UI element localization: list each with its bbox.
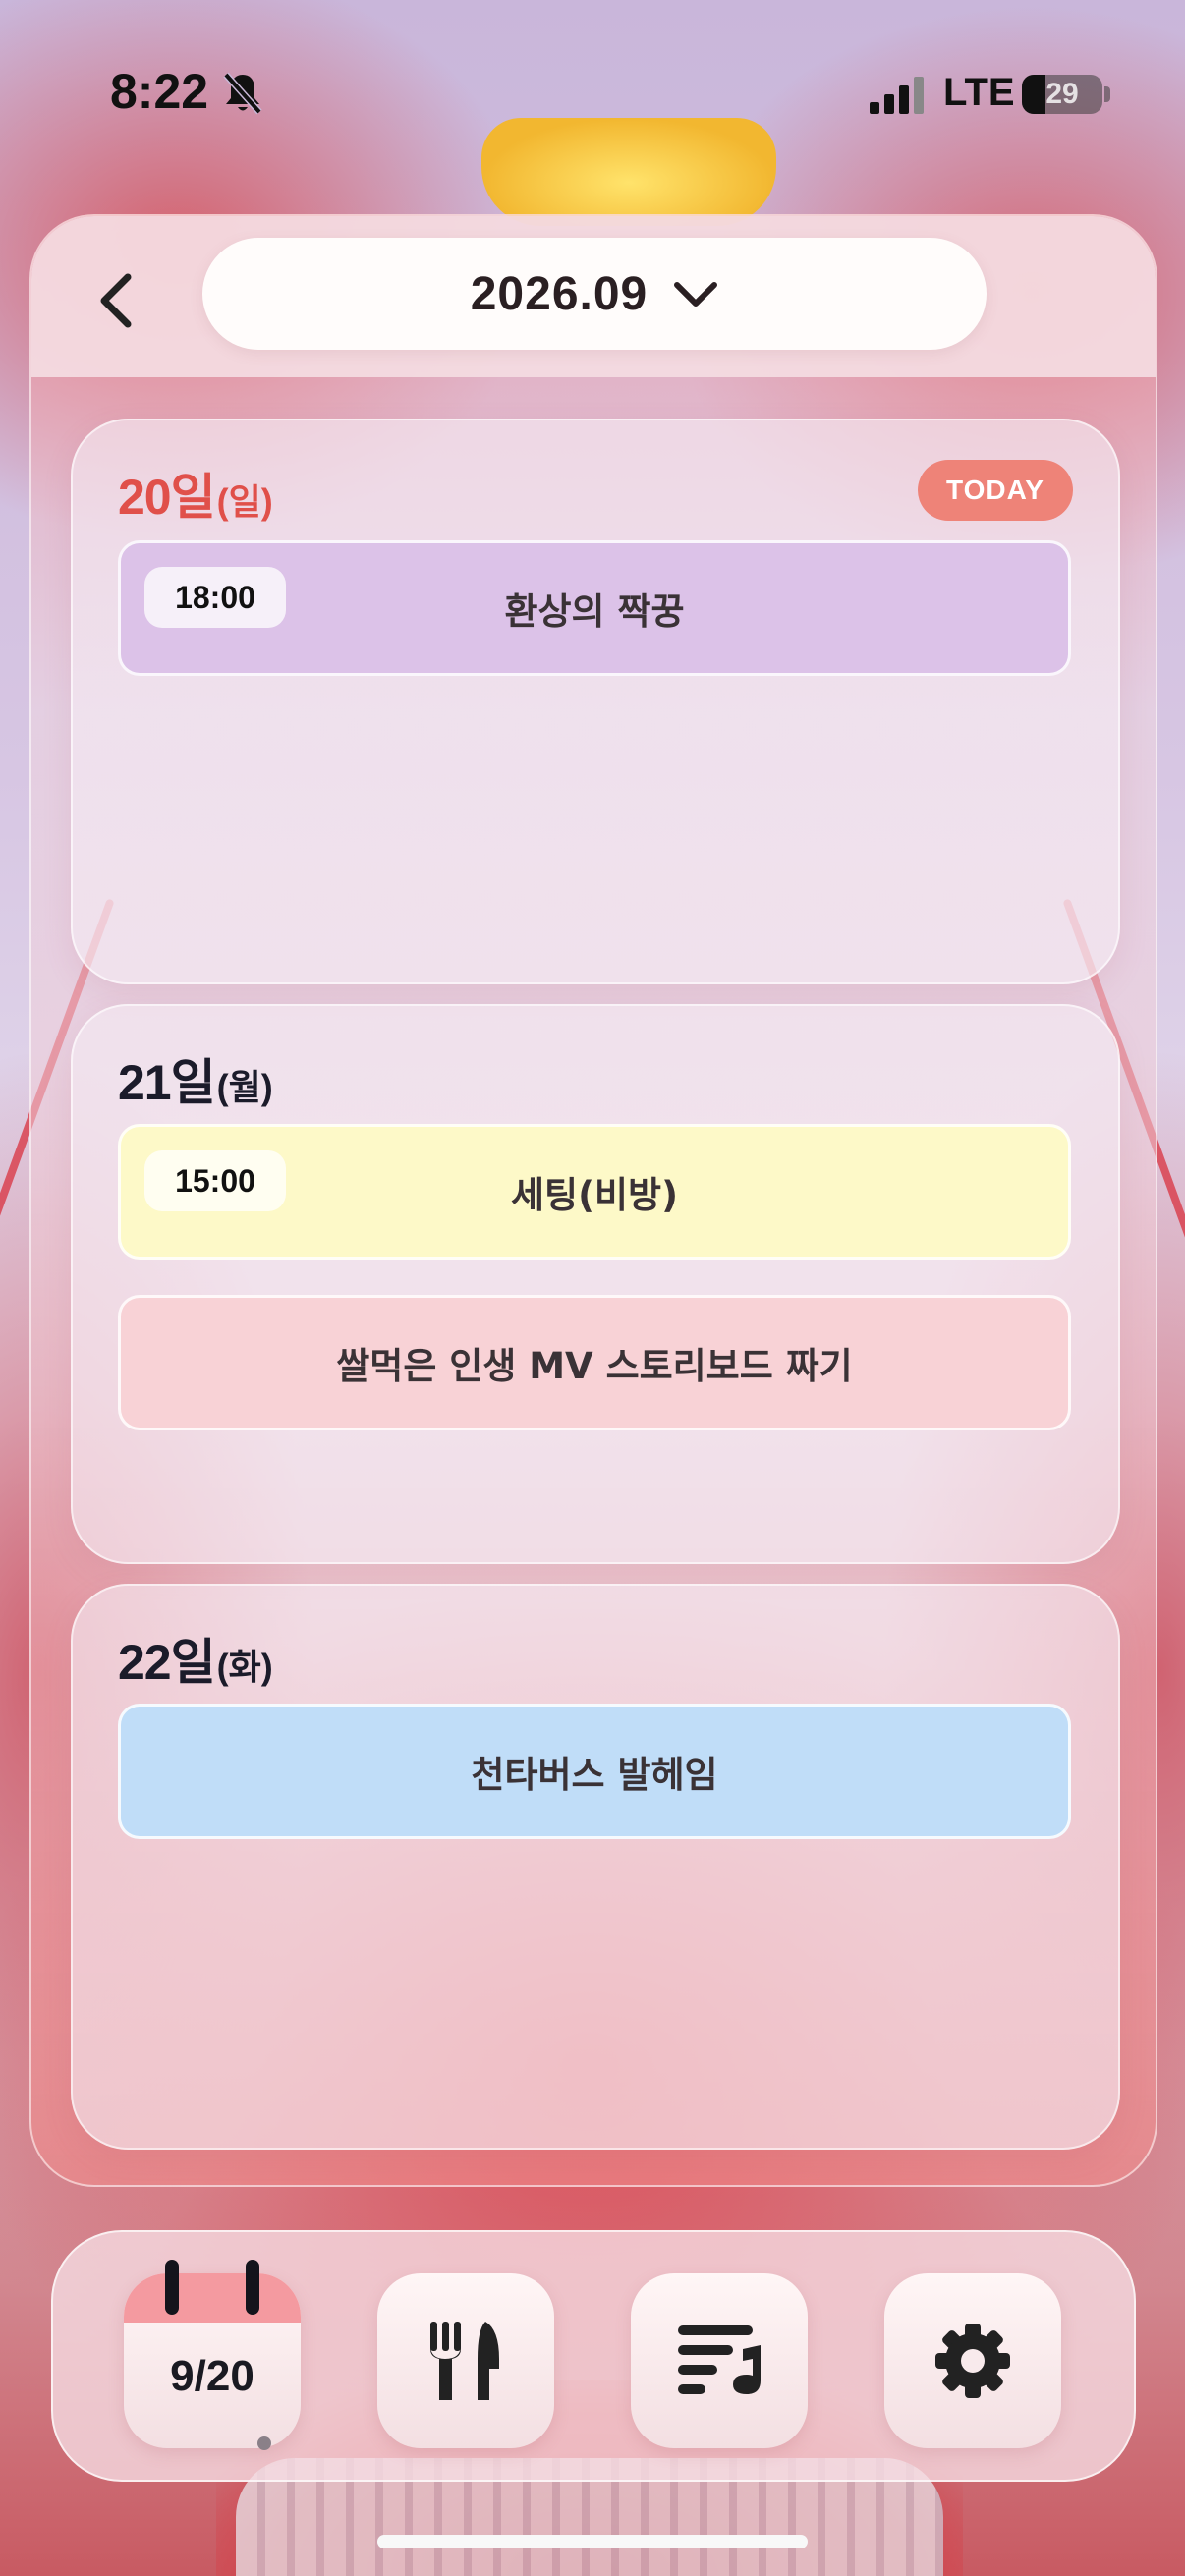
status-time: 8:22 [110, 64, 209, 119]
chevron-down-icon [674, 282, 718, 307]
day-number: 22일 [118, 1635, 216, 1690]
event-card[interactable]: 15:00 세팅(비방) [118, 1124, 1071, 1260]
event-card[interactable]: 18:00 환상의 짝꿍 [118, 540, 1071, 676]
day-title: 21일 (월) [118, 1043, 273, 1114]
day-title: 22일 (화) [118, 1623, 273, 1694]
today-badge: TODAY [918, 460, 1073, 521]
calendar-date: 9/20 [170, 2352, 254, 2400]
active-indicator-dot [257, 2436, 271, 2450]
event-time: 15:00 [144, 1150, 286, 1211]
day-section-20: 20일 (일) TODAY 18:00 환상의 짝꿍 [71, 419, 1120, 984]
day-section-21: 21일 (월) 15:00 세팅(비방) 쌀먹은 인생 MV 스토리보드 짜기 [71, 1004, 1120, 1564]
chevron-left-icon [100, 273, 132, 328]
calendar-ring [165, 2260, 179, 2315]
event-card[interactable]: 쌀먹은 인생 MV 스토리보드 짜기 [118, 1295, 1071, 1430]
event-title: 세팅(비방) [511, 1174, 678, 1216]
event-title: 천타버스 발헤임 [471, 1754, 718, 1796]
event-time: 18:00 [144, 567, 286, 628]
event-title: 쌀먹은 인생 MV 스토리보드 짜기 [336, 1345, 853, 1387]
battery-cap [1104, 86, 1110, 102]
card-header: 2026.09 [31, 216, 1156, 377]
nav-music-button[interactable] [631, 2273, 808, 2448]
day-number: 21일 [118, 1055, 216, 1110]
day-weekday: (월) [216, 1067, 273, 1107]
bottom-nav: 9/20 [51, 2230, 1136, 2482]
day-weekday: (일) [216, 481, 273, 522]
utensils-icon [430, 2322, 499, 2400]
network-label: LTE [943, 71, 1015, 114]
day-section-22: 22일 (화) 천타버스 발헤임 [71, 1584, 1120, 2150]
nav-calendar-button[interactable]: 9/20 [124, 2260, 301, 2448]
gear-icon [935, 2324, 1010, 2398]
back-button[interactable] [67, 252, 165, 350]
month-selector[interactable]: 2026.09 [202, 238, 987, 350]
event-card[interactable]: 천타버스 발헤임 [118, 1704, 1071, 1839]
month-label: 2026.09 [470, 267, 649, 320]
day-number: 20일 [118, 470, 216, 525]
battery-icon: 29 [1022, 75, 1102, 114]
battery-percent: 29 [1045, 78, 1079, 110]
schedule-card: 2026.09 20일 (일) TODAY 18:00 환상의 짝꿍 21일 (… [29, 214, 1157, 2187]
music-list-icon [678, 2325, 761, 2394]
bell-off-icon [223, 72, 262, 115]
signal-icon [870, 77, 924, 114]
nav-settings-button[interactable] [884, 2273, 1061, 2448]
status-bar: 8:22 LTE 29 [0, 0, 1185, 187]
home-indicator[interactable] [377, 2535, 808, 2548]
calendar-ring [246, 2260, 259, 2315]
day-weekday: (화) [216, 1647, 273, 1687]
calendar-icon [124, 2273, 301, 2323]
day-title: 20일 (일) [118, 458, 273, 529]
event-title: 환상의 짝꿍 [504, 590, 685, 633]
nav-food-button[interactable] [377, 2273, 554, 2448]
